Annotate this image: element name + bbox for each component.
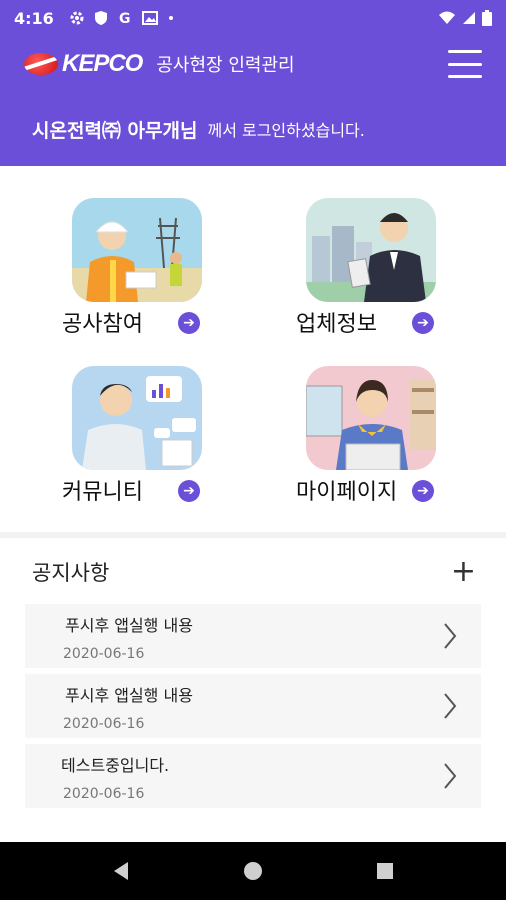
notice-item[interactable]: 푸시후 앱실행 내용 2020-06-16: [25, 674, 481, 738]
gallery-icon: [141, 11, 158, 25]
hamburger-line: [448, 50, 482, 53]
hamburger-line: [448, 62, 482, 66]
notice-item-date: 2020-06-16: [63, 646, 145, 662]
status-bar: 4:16 G: [0, 0, 506, 36]
welcome-banner: 시온전력㈜ 아무개님 께서 로그인하셨습니다.: [0, 92, 506, 166]
mypage-user-icon: [306, 366, 436, 470]
notification-dot-icon: [168, 16, 173, 20]
android-nav-bar: [0, 842, 506, 900]
menu-tile-company[interactable]: 업체정보 ➔: [296, 198, 496, 348]
menu-tile-label: 마이페이지: [296, 480, 398, 505]
chevron-right-icon: [444, 763, 457, 789]
welcome-message: 께서 로그인하셨습니다.: [207, 121, 365, 140]
menu-tile-label: 공사참여: [62, 312, 143, 337]
arrow-right-icon: ➔: [412, 312, 434, 334]
back-triangle-icon[interactable]: [110, 860, 132, 882]
svg-text:G: G: [119, 11, 131, 25]
notice-item[interactable]: 푸시후 앱실행 내용 2020-06-16: [25, 604, 481, 668]
arrow-right-icon: ➔: [178, 480, 200, 502]
community-chat-icon: [72, 366, 202, 470]
notice-item-title: 테스트중입니다.: [61, 756, 170, 775]
menu-tile-label: 업체정보: [296, 312, 377, 337]
hamburger-menu-button[interactable]: [448, 50, 482, 78]
notice-item-title: 푸시후 앱실행 내용: [65, 686, 193, 705]
businessman-icon: [306, 198, 436, 302]
app-title: 공사현장 인력관리: [156, 55, 295, 76]
kepco-logo-text: KEPCO: [62, 50, 143, 77]
construction-worker-icon: [72, 198, 202, 302]
notice-item-date: 2020-06-16: [63, 716, 145, 732]
menu-tile-community[interactable]: 커뮤니티 ➔: [62, 366, 262, 516]
kepco-logo-mark-icon: [24, 53, 58, 75]
add-plus-icon[interactable]: +: [451, 557, 476, 587]
shield-icon: [94, 11, 107, 25]
settings-gear-icon: [70, 11, 84, 25]
wifi-icon: [439, 11, 455, 24]
signal-icon: [463, 12, 475, 24]
menu-tile-construction[interactable]: 공사참여 ➔: [62, 198, 262, 348]
notice-item[interactable]: 테스트중입니다. 2020-06-16: [25, 744, 481, 808]
chevron-right-icon: [444, 693, 457, 719]
arrow-right-icon: ➔: [412, 480, 434, 502]
status-time: 4:16: [14, 8, 54, 28]
menu-grid: 공사참여 ➔ 업체정보 ➔ 커뮤니티 ➔ 마이페이지 ➔: [0, 166, 506, 526]
chevron-right-icon: [444, 623, 457, 649]
notice-title: 공지사항: [32, 561, 110, 585]
notice-item-date: 2020-06-16: [63, 786, 145, 802]
arrow-right-icon: ➔: [178, 312, 200, 334]
notice-list: 푸시후 앱실행 내용 2020-06-16 푸시후 앱실행 내용 2020-06…: [25, 604, 481, 814]
app-bar: KEPCO 공사현장 인력관리: [0, 36, 506, 92]
google-g-icon: G: [119, 11, 131, 25]
battery-icon: [482, 10, 492, 26]
recents-square-icon[interactable]: [374, 860, 396, 882]
notice-item-title: 푸시후 앱실행 내용: [65, 616, 193, 635]
section-divider: [0, 532, 506, 538]
menu-tile-label: 커뮤니티: [62, 480, 143, 505]
menu-tile-mypage[interactable]: 마이페이지 ➔: [296, 366, 496, 516]
kepco-logo: KEPCO: [24, 50, 143, 78]
notice-header: 공지사항 +: [32, 556, 476, 588]
hamburger-line: [448, 75, 482, 78]
welcome-user-name: 시온전력㈜ 아무개님: [32, 119, 198, 142]
home-circle-icon[interactable]: [242, 860, 264, 882]
